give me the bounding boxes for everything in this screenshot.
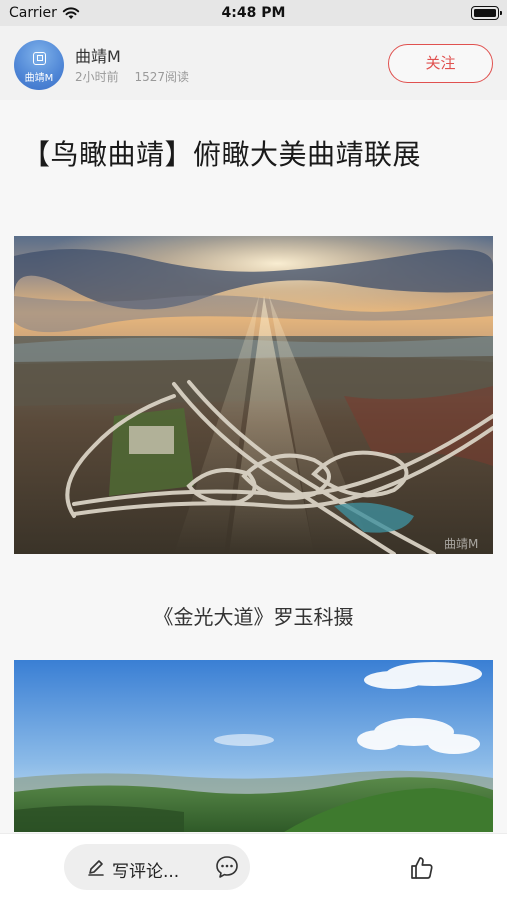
interchange-illustration: 曲靖M <box>14 236 493 554</box>
battery-icon <box>471 6 502 20</box>
status-time: 4:48 PM <box>221 5 286 21</box>
status-bar: Carrier 4:48 PM <box>0 0 507 26</box>
comment-placeholder: 写评论... <box>112 862 180 882</box>
hills-illustration <box>14 660 493 832</box>
avatar[interactable]: 曲靖M <box>14 40 64 90</box>
logo-icon <box>33 52 46 65</box>
author-header: 曲靖M 曲靖M 2小时前 1527阅读 关注 <box>0 26 507 100</box>
pencil-icon <box>88 860 104 876</box>
article-photo-interchange[interactable]: 曲靖M <box>14 236 493 554</box>
read-count: 1527阅读 <box>134 70 190 84</box>
thumbs-up-icon[interactable] <box>408 854 436 882</box>
comment-bubble-icon[interactable] <box>214 854 240 880</box>
follow-button[interactable]: 关注 <box>388 44 493 83</box>
avatar-text: 曲靖M <box>24 73 54 84</box>
time-ago: 2小时前 <box>75 70 119 84</box>
article-photo-hills[interactable] <box>14 660 493 832</box>
bottom-bar: 写评论... <box>0 833 507 900</box>
comment-input[interactable]: 写评论... <box>64 844 250 890</box>
article-title: 【鸟瞰曲靖】俯瞰大美曲靖联展 <box>22 138 422 171</box>
article-meta: 2小时前 1527阅读 <box>75 68 201 85</box>
photo-watermark: 曲靖M <box>444 537 478 551</box>
photo-caption: 《金光大道》罗玉科摄 <box>153 605 354 629</box>
author-name[interactable]: 曲靖M <box>75 43 121 67</box>
